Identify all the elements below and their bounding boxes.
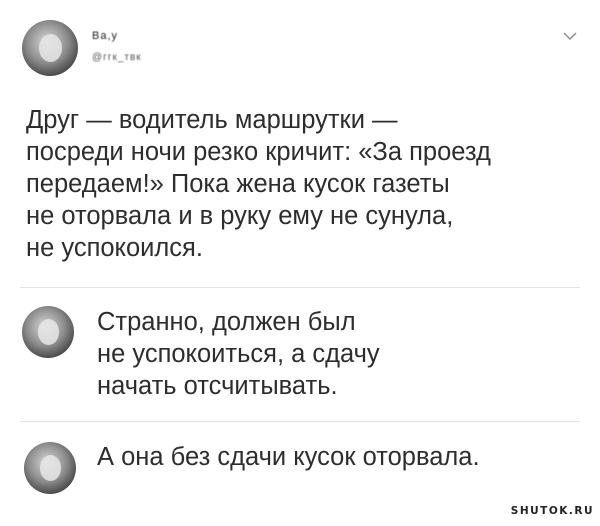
avatar-face (38, 34, 63, 62)
site-watermark: SHUTOK.RU (510, 505, 594, 517)
reply-avatar[interactable] (22, 306, 74, 358)
reply-avatar[interactable] (24, 442, 76, 494)
avatar-face (39, 455, 62, 481)
reply-text: А она без сдачи кусок оторвала. (97, 443, 480, 471)
author-avatar[interactable] (22, 20, 78, 76)
author-name[interactable]: Ва,у (92, 30, 118, 42)
avatar-face (37, 319, 60, 345)
divider (20, 421, 580, 422)
reply-text: Странно, должен был не успокоиться, а сд… (97, 308, 380, 400)
post-text: Друг — водитель маршрутки — посреди ночи… (26, 106, 491, 262)
divider (20, 287, 580, 288)
author-handle[interactable]: @ггк_твк (92, 52, 142, 63)
chevron-down-icon[interactable] (562, 28, 578, 44)
